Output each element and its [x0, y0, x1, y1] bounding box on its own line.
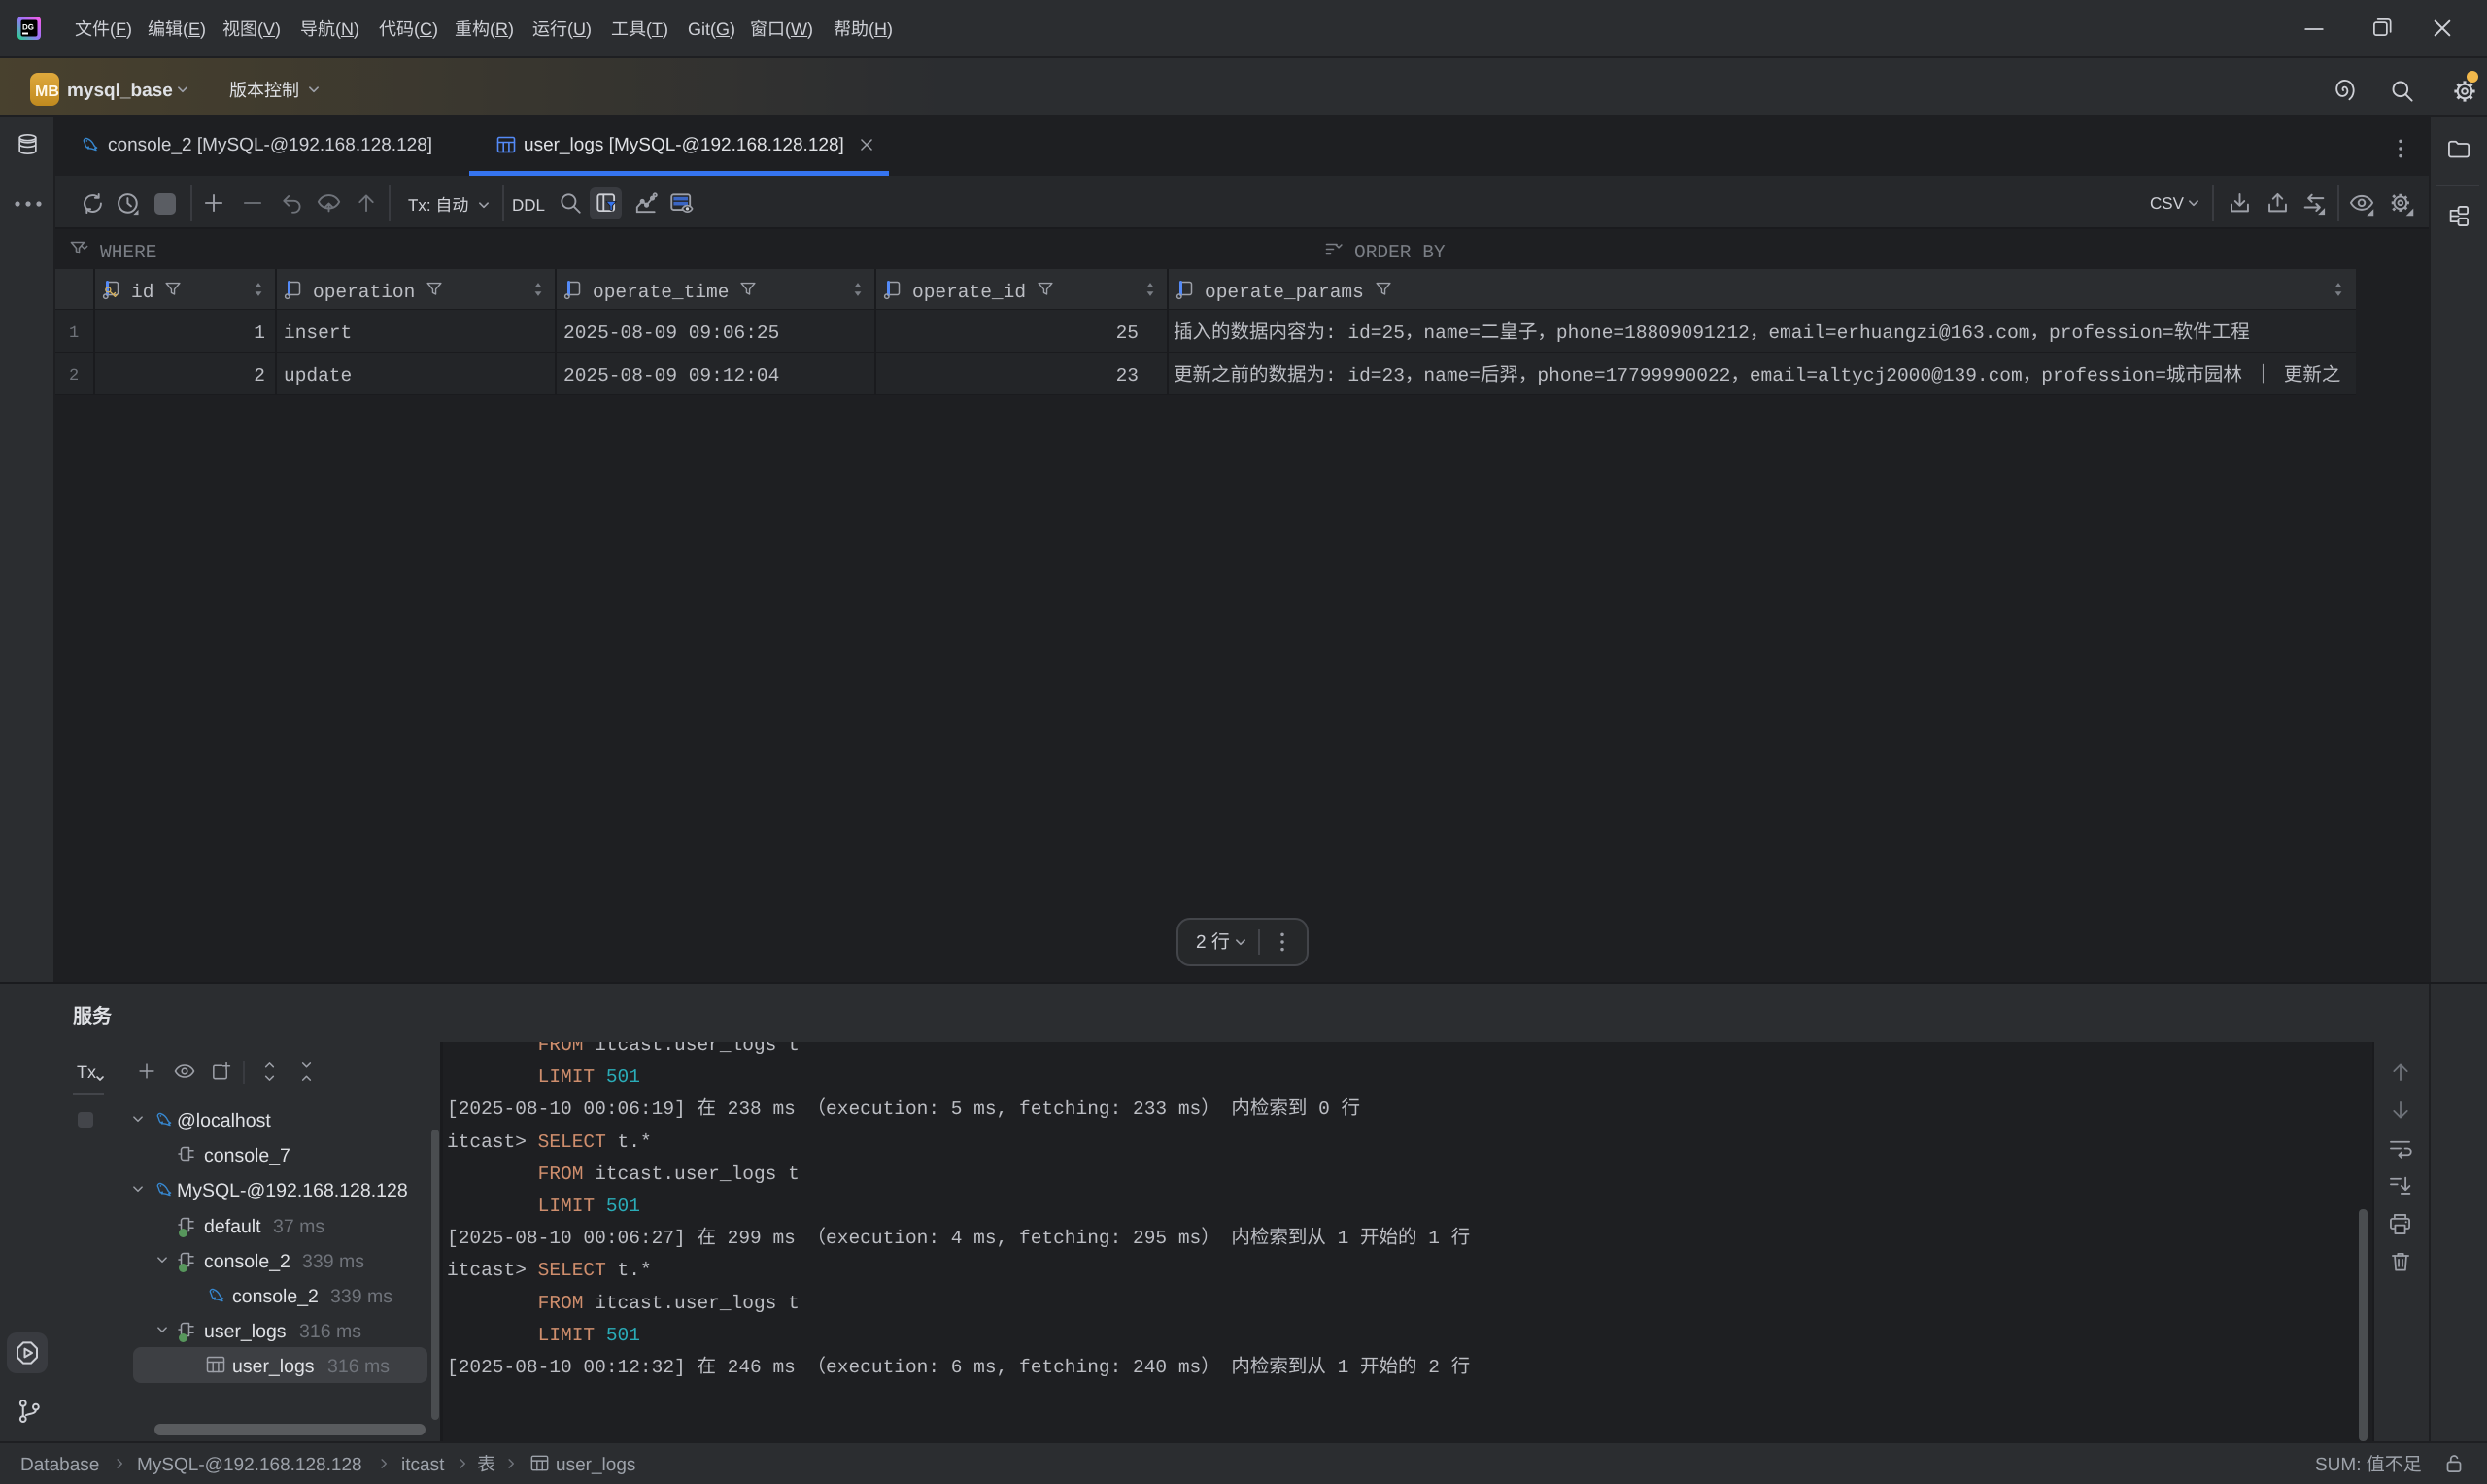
- svg-text:DG: DG: [22, 23, 34, 32]
